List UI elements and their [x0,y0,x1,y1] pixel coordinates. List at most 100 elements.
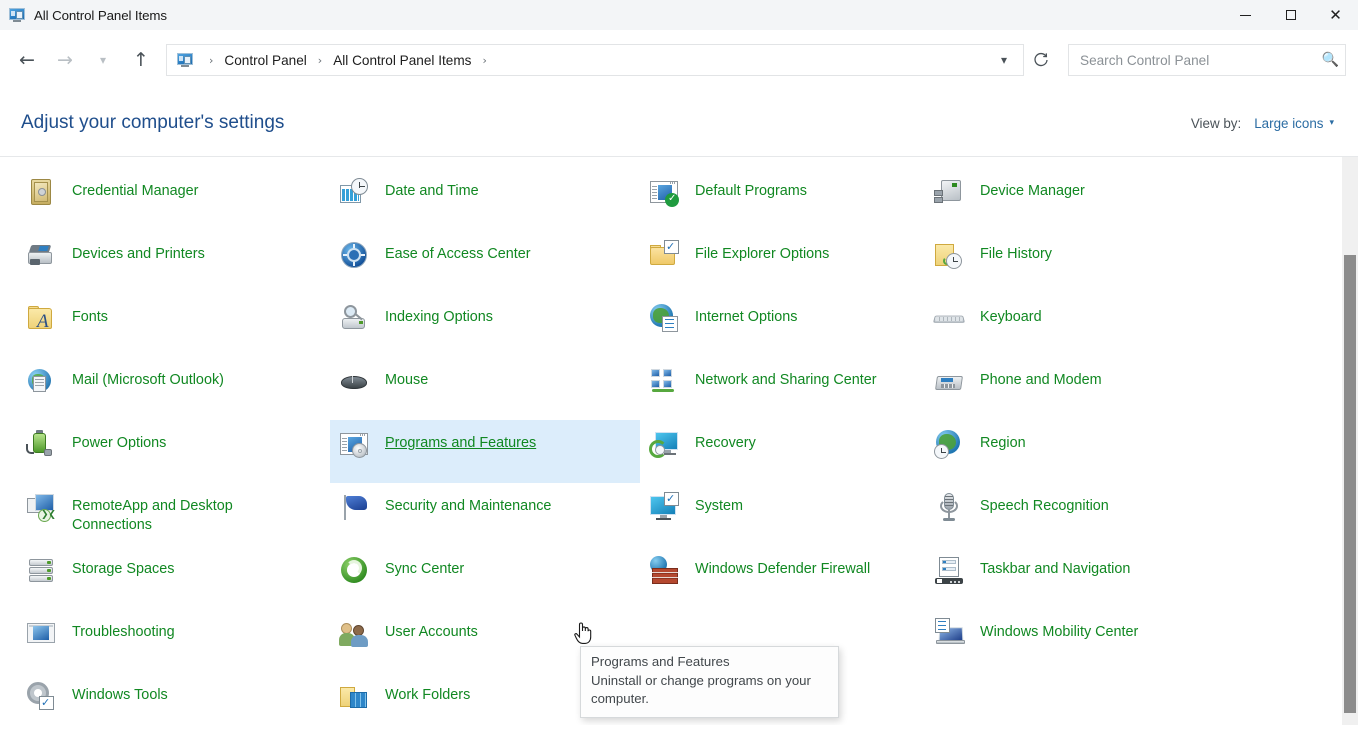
control-panel-item-phone-and-modem[interactable]: Phone and Modem [925,357,1265,420]
recent-locations-button[interactable]: ▾ [84,41,122,79]
control-panel-item-default-programs[interactable]: ✓ Default Programs [640,168,925,231]
credential-manager-icon [24,175,58,209]
control-panel-item-system[interactable]: ✓ System [640,483,925,546]
vertical-scrollbar-thumb[interactable] [1344,255,1356,713]
control-panel-item-taskbar-and-navigation[interactable]: Taskbar and Navigation [925,546,1265,609]
date-and-time-icon [337,175,371,209]
item-label: Phone and Modem [980,364,1102,390]
control-panel-item-region[interactable]: Region [925,420,1265,483]
control-panel-item-programs-and-features[interactable]: Programs and Features [330,420,640,483]
control-panel-item-keyboard[interactable]: Keyboard [925,294,1265,357]
item-label: RemoteApp and Desktop Connections [72,490,290,534]
search-icon[interactable]: 🔍 [1322,52,1339,68]
windows-mobility-center-icon [932,616,966,650]
address-bar[interactable]: › Control Panel › All Control Panel Item… [166,44,1024,76]
grid-column-2: Date and Time Ease of Access Center Inde… [330,168,640,725]
address-bar-actions: ▾ [989,46,1019,74]
file-explorer-options-icon: ✓ [647,238,681,272]
item-label: Security and Maintenance [385,490,551,516]
control-panel-item-ease-of-access-center[interactable]: Ease of Access Center [330,231,640,294]
breadcrumb: › Control Panel › All Control Panel Item… [177,50,989,71]
recovery-icon [647,427,681,461]
titlebar-left-group: All Control Panel Items [0,7,167,23]
breadcrumb-separator-1[interactable]: › [202,54,220,67]
breadcrumb-item-control-panel[interactable]: Control Panel [220,50,310,71]
back-button[interactable]: ← [8,41,46,79]
search-input[interactable] [1080,53,1322,68]
maximize-button[interactable] [1268,0,1313,30]
control-panel-item-remoteapp-and-desktop-connections[interactable]: ❯❮ RemoteApp and Desktop Connections [17,483,330,546]
devices-and-printers-icon [24,238,58,272]
refresh-button[interactable] [1024,43,1058,77]
item-label: Mail (Microsoft Outlook) [72,364,224,390]
breadcrumb-separator-3[interactable]: › [475,54,493,67]
item-label: Mouse [385,364,428,390]
control-panel-item-file-explorer-options[interactable]: ✓ File Explorer Options [640,231,925,294]
view-by-dropdown[interactable]: Large icons ▾ [1254,116,1334,131]
control-panel-item-speech-recognition[interactable]: Speech Recognition [925,483,1265,546]
control-panel-item-power-options[interactable]: Power Options [17,420,330,483]
control-panel-item-mail[interactable]: Mail (Microsoft Outlook) [17,357,330,420]
view-by-control: View by: Large icons ▾ [1191,116,1334,131]
troubleshooting-icon [24,616,58,650]
control-panel-item-sync-center[interactable]: Sync Center [330,546,640,609]
control-panel-item-device-manager[interactable]: Device Manager [925,168,1265,231]
vertical-scrollbar[interactable] [1342,157,1358,725]
grid-column-4: Device Manager File History Keyboard Pho… [925,168,1265,725]
item-label: User Accounts [385,616,478,642]
control-panel-item-windows-mobility-center[interactable]: Windows Mobility Center [925,609,1265,672]
item-label: Network and Sharing Center [695,364,877,390]
control-panel-item-network-and-sharing-center[interactable]: Network and Sharing Center [640,357,925,420]
item-label: File Explorer Options [695,238,829,264]
item-label: Taskbar and Navigation [980,553,1130,579]
up-button[interactable]: ↑ [122,41,160,79]
item-label: Credential Manager [72,175,198,201]
control-panel-item-internet-options[interactable]: Internet Options [640,294,925,357]
security-and-maintenance-icon [337,490,371,524]
arrow-up-icon: ↑ [133,51,149,70]
mouse-cursor-hand-icon [573,619,593,645]
windows-defender-firewall-icon [647,553,681,587]
forward-button[interactable]: → [46,41,84,79]
control-panel-item-recovery[interactable]: Recovery [640,420,925,483]
search-box[interactable]: 🔍 [1068,44,1346,76]
address-dropdown-button[interactable]: ▾ [989,46,1019,74]
breadcrumb-control-panel-icon[interactable] [177,52,193,68]
control-panel-item-file-history[interactable]: File History [925,231,1265,294]
control-panel-item-credential-manager[interactable]: Credential Manager [17,168,330,231]
default-programs-icon: ✓ [647,175,681,209]
control-panel-item-windows-tools[interactable]: ✓ Windows Tools [17,672,330,725]
control-panel-item-fonts[interactable]: A Fonts [17,294,330,357]
navigation-bar: ← → ▾ ↑ › Control Panel › All Control Pa… [0,30,1358,90]
item-label: Devices and Printers [72,238,205,264]
minimize-button[interactable] [1223,0,1268,30]
item-label: Ease of Access Center [385,238,531,264]
close-button[interactable]: ✕ [1313,0,1358,30]
control-panel-item-indexing-options[interactable]: Indexing Options [330,294,640,357]
item-label: Date and Time [385,175,479,201]
control-panel-item-troubleshooting[interactable]: Troubleshooting [17,609,330,672]
item-label: Windows Defender Firewall [695,553,870,579]
tooltip-title: Programs and Features [591,653,829,672]
item-label: System [695,490,743,516]
control-panel-item-storage-spaces[interactable]: Storage Spaces [17,546,330,609]
control-panel-item-windows-defender-firewall[interactable]: Windows Defender Firewall [640,546,925,609]
work-folders-icon [337,679,371,713]
user-accounts-icon [337,616,371,650]
breadcrumb-separator-2[interactable]: › [311,54,329,67]
control-panel-item-security-and-maintenance[interactable]: Security and Maintenance [330,483,640,546]
control-panel-item-date-and-time[interactable]: Date and Time [330,168,640,231]
control-panel-item-mouse[interactable]: Mouse [330,357,640,420]
item-label: Device Manager [980,175,1085,201]
item-label: Region [980,427,1026,453]
chevron-down-icon: ▾ [100,54,106,66]
item-label: Programs and Features [385,427,536,453]
speech-recognition-icon [932,490,966,524]
internet-options-icon [647,301,681,335]
item-label: Speech Recognition [980,490,1109,516]
file-history-icon [932,238,966,272]
breadcrumb-item-all-control-panel-items[interactable]: All Control Panel Items [329,50,475,71]
control-panel-item-devices-and-printers[interactable]: Devices and Printers [17,231,330,294]
sync-center-icon [337,553,371,587]
keyboard-icon [932,301,966,335]
